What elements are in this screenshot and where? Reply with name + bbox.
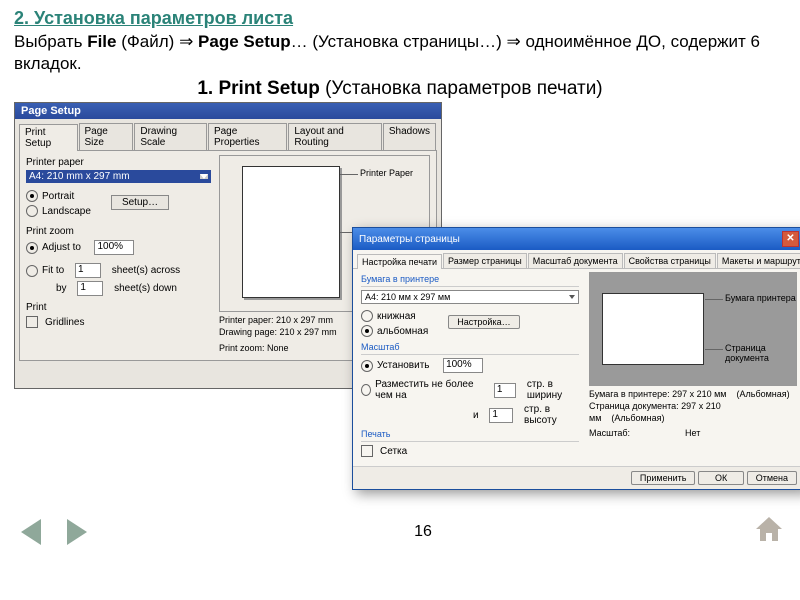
info-printer-paper: Бумага в принтере: 297 x 210 мм (Альбомн… xyxy=(589,389,797,401)
orientation-portrait[interactable]: Portrait xyxy=(26,190,91,202)
scale-set-to[interactable]: Установить 100% xyxy=(361,358,579,373)
chevron-down-icon xyxy=(200,174,208,179)
paper-size-select[interactable]: A4: 210 мм x 297 мм xyxy=(361,290,579,304)
tab-page-properties[interactable]: Page Properties xyxy=(208,123,287,150)
scale-value[interactable]: 100% xyxy=(443,358,483,373)
fit-across-input[interactable]: 1 xyxy=(494,383,516,398)
tab-print-setup[interactable]: Print Setup xyxy=(19,124,78,151)
printer-setup-button[interactable]: Настройка… xyxy=(448,315,519,329)
group-printer-paper: Бумага в принтере xyxy=(361,274,579,284)
preview-label-paper: Бумага принтера xyxy=(725,293,796,303)
next-page-button[interactable] xyxy=(60,517,94,547)
tab-print-setup[interactable]: Настройка печати xyxy=(357,254,442,269)
zoom-value[interactable]: 100% xyxy=(94,240,134,255)
zoom-fit-to[interactable]: Fit to 1 sheet(s) across xyxy=(26,263,211,278)
orientation-landscape[interactable]: Landscape xyxy=(26,205,91,217)
preview-paper xyxy=(242,166,340,298)
paper-size-value: A4: 210 mm x 297 mm xyxy=(29,171,130,182)
section-heading: 2. Установка параметров листа xyxy=(14,8,786,29)
preview-pane: Бумага принтера Страница документа xyxy=(589,272,797,386)
preview-label-page: Страница документа xyxy=(725,343,796,363)
paper-size-value: A4: 210 мм x 297 мм xyxy=(365,292,450,302)
ok-button[interactable]: ОК xyxy=(698,471,744,485)
tab-bar: Настройка печати Размер страницы Масштаб… xyxy=(353,250,800,269)
tab-page-properties[interactable]: Свойства страницы xyxy=(624,253,716,268)
cancel-button[interactable]: Отмена xyxy=(747,471,797,485)
tab-page-size[interactable]: Размер страницы xyxy=(443,253,527,268)
tab-bar: Print Setup Page Size Drawing Scale Page… xyxy=(15,119,441,150)
group-print: Печать xyxy=(361,429,579,439)
arrow-left-icon xyxy=(21,519,41,545)
prev-page-button[interactable] xyxy=(14,517,48,547)
sub-heading: 1. Print Setup (Установка параметров печ… xyxy=(14,78,786,100)
tab-layout-routing[interactable]: Layout and Routing xyxy=(288,123,382,150)
page-setup-dialog-ru: Параметры страницы ✕ Настройка печати Ра… xyxy=(352,227,800,490)
tab-doc-scale[interactable]: Масштаб документа xyxy=(528,253,623,268)
group-scale: Масштаб xyxy=(361,342,579,352)
page-footer: 16 xyxy=(14,514,786,549)
info-scale: Масштаб: Нет xyxy=(589,428,797,440)
dialog-title: Page Setup xyxy=(15,103,441,119)
home-button[interactable] xyxy=(752,514,786,549)
fit-down-input[interactable]: 1 xyxy=(77,281,103,296)
orientation-album[interactable]: альбомная xyxy=(361,325,428,337)
apply-button[interactable]: Применить xyxy=(631,471,696,485)
home-icon xyxy=(752,514,786,544)
preview-paper xyxy=(602,293,704,365)
intro-text: Выбрать File (Файл) ⇒ Page Setup… (Устан… xyxy=(14,31,786,75)
paper-size-select[interactable]: A4: 210 mm x 297 mm xyxy=(26,170,211,183)
scale-fit-to[interactable]: Разместить не более чем на 1 стр. в шири… xyxy=(361,379,579,401)
arrow-right-icon xyxy=(67,519,87,545)
gridlines-checkbox[interactable]: Gridlines xyxy=(26,316,211,328)
tab-layout-routing[interactable]: Макеты и маршруты xyxy=(717,253,800,268)
group-print-zoom: Print zoom xyxy=(26,226,211,237)
printer-setup-button[interactable]: Setup… xyxy=(111,195,169,210)
dialog-title: Параметры страницы ✕ xyxy=(353,228,800,250)
chevron-down-icon xyxy=(569,295,575,299)
tab-shadows[interactable]: Shadows xyxy=(383,123,436,150)
zoom-adjust-to[interactable]: Adjust to 100% xyxy=(26,240,211,255)
fit-across-input[interactable]: 1 xyxy=(75,263,101,278)
group-print: Print xyxy=(26,302,211,313)
grid-checkbox[interactable]: Сетка xyxy=(361,445,579,457)
info-doc-page: Страница документа: 297 x 210 мм (Альбом… xyxy=(589,401,797,424)
tab-page-size[interactable]: Page Size xyxy=(79,123,134,150)
preview-label-paper: Printer Paper xyxy=(360,168,413,178)
fit-down-input[interactable]: 1 xyxy=(489,408,513,423)
page-number: 16 xyxy=(106,523,740,541)
group-printer-paper: Printer paper xyxy=(26,157,211,168)
close-icon[interactable]: ✕ xyxy=(782,231,799,247)
orientation-book[interactable]: книжная xyxy=(361,310,428,322)
tab-drawing-scale[interactable]: Drawing Scale xyxy=(134,123,207,150)
